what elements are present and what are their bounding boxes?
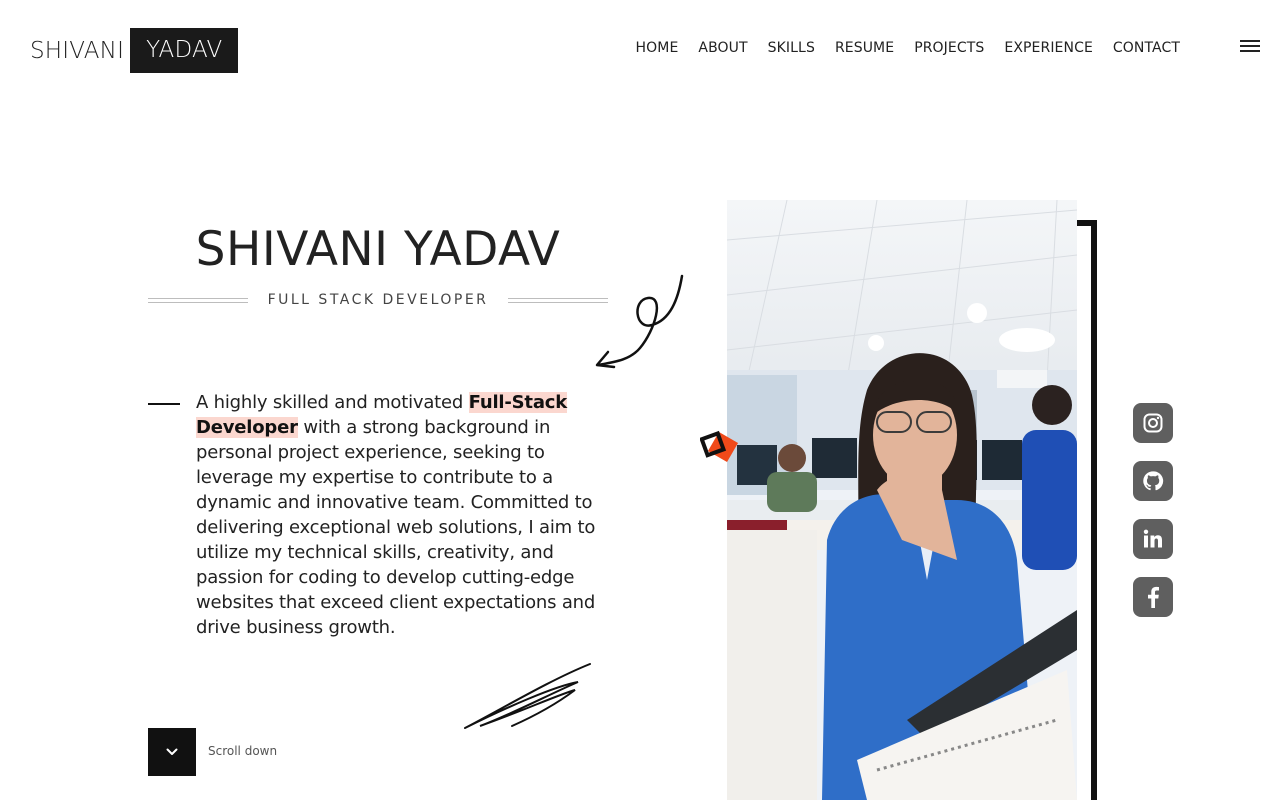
linkedin-icon bbox=[1143, 529, 1162, 548]
nav-experience[interactable]: EXPERIENCE bbox=[1004, 40, 1093, 56]
profile-photo-illustration bbox=[727, 200, 1077, 800]
intro-text-end: with a strong background in personal pro… bbox=[196, 417, 596, 638]
logo-first-name: SHIVANI bbox=[30, 37, 125, 64]
scroll-down-label: Scroll down bbox=[208, 744, 278, 758]
social-links bbox=[1133, 403, 1173, 617]
github-button[interactable] bbox=[1133, 461, 1173, 501]
hero-title: SHIVANI YADAV bbox=[195, 222, 561, 277]
intro-text-start: A highly skilled and motivated bbox=[196, 392, 469, 413]
curly-arrow-decoration bbox=[595, 274, 684, 369]
facebook-button[interactable] bbox=[1133, 577, 1173, 617]
facebook-icon bbox=[1148, 586, 1159, 608]
subtitle-row: FULL STACK DEVELOPER bbox=[148, 292, 608, 308]
intro-paragraph: A highly skilled and motivated Full-Stac… bbox=[196, 390, 616, 640]
hamburger-menu-icon[interactable] bbox=[1240, 40, 1260, 52]
main-nav: HOME ABOUT SKILLS RESUME PROJECTS EXPERI… bbox=[616, 40, 1180, 56]
nav-contact[interactable]: CONTACT bbox=[1113, 40, 1180, 56]
hero-subtitle: FULL STACK DEVELOPER bbox=[267, 292, 489, 308]
nav-about[interactable]: ABOUT bbox=[698, 40, 747, 56]
nav-resume[interactable]: RESUME bbox=[835, 40, 894, 56]
chevron-down-icon bbox=[166, 748, 178, 755]
linkedin-button[interactable] bbox=[1133, 519, 1173, 559]
photo-frame-accent bbox=[1077, 220, 1097, 800]
nav-home[interactable]: HOME bbox=[636, 40, 679, 56]
profile-photo bbox=[727, 200, 1077, 800]
github-icon bbox=[1143, 471, 1164, 491]
nav-projects[interactable]: PROJECTS bbox=[914, 40, 984, 56]
hamburger-bar bbox=[1240, 45, 1260, 47]
scroll-down-button[interactable] bbox=[148, 728, 196, 776]
instagram-icon bbox=[1143, 413, 1163, 433]
subtitle-divider-left bbox=[148, 297, 248, 303]
instagram-button[interactable] bbox=[1133, 403, 1173, 443]
hamburger-bar bbox=[1240, 50, 1260, 52]
intro-dash bbox=[148, 403, 180, 405]
nav-skills[interactable]: SKILLS bbox=[768, 40, 815, 56]
logo-last-name: YADAV bbox=[130, 28, 239, 73]
hamburger-bar bbox=[1240, 40, 1260, 42]
decorative-squares bbox=[700, 430, 739, 463]
scribble-decoration bbox=[464, 663, 591, 729]
site-logo[interactable]: SHIVANI YADAV bbox=[30, 28, 239, 73]
